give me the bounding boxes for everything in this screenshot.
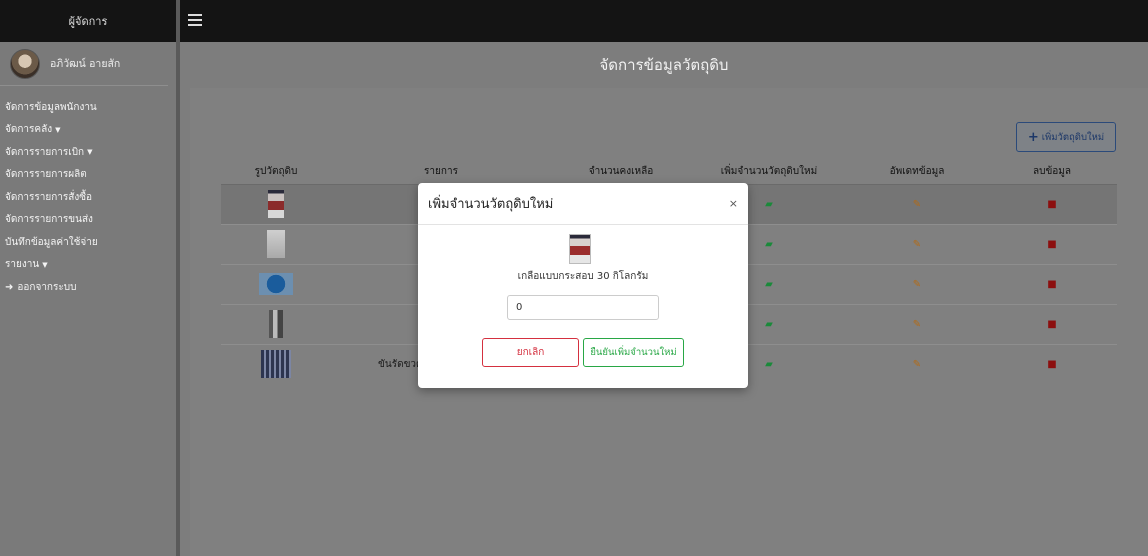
- user-name: อภิวัฒน์ อายสัก: [50, 58, 121, 70]
- caret-down-icon: ▼: [42, 260, 48, 269]
- cubes-icon[interactable]: ▰: [765, 359, 773, 370]
- sign-out-icon: ➜: [5, 281, 14, 293]
- cubes-icon[interactable]: ▰: [765, 239, 773, 250]
- sidebar-item-label: จัดการข้อมูลพนักงาน: [5, 101, 97, 113]
- update-cell: ✎: [847, 223, 987, 264]
- material-thumbnail: [268, 190, 284, 218]
- material-thumbnail: [267, 230, 285, 258]
- add-quantity-modal: เพิ่มจำนวนวัตถุดิบใหม่ × เกลือแบบกระสอบ …: [418, 183, 748, 388]
- column-header: รูปวัตถุดิบ: [221, 160, 331, 185]
- sidebar-item-reports[interactable]: รายงาน ▼: [0, 254, 176, 277]
- sidebar-item-label: จัดการคลัง: [5, 124, 53, 136]
- update-cell: ✎: [847, 343, 987, 384]
- modal-title: เพิ่มจำนวนวัตถุดิบใหม่: [428, 197, 554, 212]
- edit-icon[interactable]: ✎: [913, 279, 921, 290]
- sidebar-item-label: จัดการรายการสั่งซื้อ: [5, 191, 93, 203]
- sidebar-item-withdrawals[interactable]: จัดการรายการเบิก ▼: [0, 141, 176, 164]
- delete-cell: ■: [987, 303, 1117, 344]
- column-header: อัพเดทข้อมูล: [847, 160, 987, 185]
- trash-icon[interactable]: ■: [1047, 199, 1056, 210]
- sidebar-item-logout[interactable]: ➜ ออกจากระบบ: [0, 276, 176, 299]
- edit-icon[interactable]: ✎: [913, 359, 921, 370]
- sidebar-item-label: จัดการรายการผลิต: [5, 169, 87, 181]
- caret-down-icon: ▼: [87, 148, 93, 157]
- column-header: รายการ: [331, 160, 551, 185]
- update-cell: ✎: [847, 183, 987, 224]
- material-thumbnail: [269, 310, 283, 338]
- sidebar-item-orders[interactable]: จัดการรายการสั่งซื้อ: [0, 186, 176, 209]
- plus-icon: +: [1027, 129, 1039, 145]
- material-thumbnail: [261, 350, 291, 379]
- material-name-label: เกลือแบบกระสอบ 30 กิโลกรัม: [517, 271, 649, 282]
- close-icon[interactable]: ×: [729, 197, 738, 210]
- table-header-row: รูปวัตถุดิบ รายการ จำนวนคงเหลือ เพิ่มจำน…: [221, 160, 1117, 185]
- material-image-cell: [221, 303, 331, 344]
- column-header: ลบข้อมูล: [987, 160, 1117, 185]
- cubes-icon[interactable]: ▰: [765, 279, 773, 290]
- trash-icon[interactable]: ■: [1047, 319, 1056, 330]
- hamburger-menu-icon[interactable]: [188, 14, 202, 26]
- add-material-button[interactable]: + เพิ่มวัตถุดิบใหม่: [1016, 122, 1116, 152]
- sidebar-item-warehouse[interactable]: จัดการคลัง ▼: [0, 119, 176, 142]
- trash-icon[interactable]: ■: [1047, 359, 1056, 370]
- cubes-icon[interactable]: ▰: [765, 199, 773, 210]
- sidebar-item-shipping[interactable]: จัดการรายการขนส่ง: [0, 209, 176, 232]
- sidebar-item-label: จัดการรายการเบิก: [5, 146, 85, 158]
- trash-icon[interactable]: ■: [1047, 279, 1056, 290]
- page-title: จัดการข้อมูลวัตถุดิบ: [599, 56, 729, 74]
- material-image-cell: [221, 183, 331, 224]
- quantity-input[interactable]: [507, 295, 659, 320]
- cancel-button[interactable]: ยกเลิก: [482, 338, 579, 367]
- sidebar-item-production[interactable]: จัดการรายการผลิต: [0, 164, 176, 187]
- material-image-cell: [221, 223, 331, 264]
- sidebar-item-label: จัดการรายการขนส่ง: [5, 214, 93, 226]
- material-thumbnail: [259, 273, 293, 295]
- update-cell: ✎: [847, 303, 987, 344]
- top-bar: [180, 0, 1148, 42]
- sidebar-header: ผู้จัดการ: [0, 0, 176, 42]
- column-header: เพิ่มจำนวนวัตถุดิบใหม่: [691, 160, 847, 185]
- user-profile[interactable]: อภิวัฒน์ อายสัก: [0, 42, 168, 86]
- sidebar-item-label: รายงาน: [5, 259, 40, 271]
- column-header: จำนวนคงเหลือ: [551, 160, 691, 185]
- update-cell: ✎: [847, 263, 987, 304]
- sidebar-menu: จัดการข้อมูลพนักงาน จัดการคลัง ▼ จัดการร…: [0, 86, 176, 299]
- sidebar-item-employees[interactable]: จัดการข้อมูลพนักงาน: [0, 96, 176, 119]
- sidebar-item-label: บันทึกข้อมูลค่าใช้จ่าย: [5, 236, 98, 248]
- avatar: [10, 48, 40, 79]
- edit-icon[interactable]: ✎: [913, 199, 921, 210]
- sidebar: ผู้จัดการ อภิวัฒน์ อายสัก จัดการข้อมูลพน…: [0, 0, 176, 556]
- add-material-label: เพิ่มวัตถุดิบใหม่: [1041, 131, 1105, 143]
- sidebar-item-label: ออกจากระบบ: [17, 281, 77, 293]
- delete-cell: ■: [987, 343, 1117, 384]
- delete-cell: ■: [987, 223, 1117, 264]
- confirm-add-button[interactable]: ยืนยันเพิ่มจำนวนใหม่: [583, 338, 684, 367]
- edit-icon[interactable]: ✎: [913, 319, 921, 330]
- sidebar-item-expenses[interactable]: บันทึกข้อมูลค่าใช้จ่าย: [0, 231, 176, 254]
- page-header: จัดการข้อมูลวัตถุดิบ: [180, 42, 1148, 88]
- modal-header: เพิ่มจำนวนวัตถุดิบใหม่ ×: [418, 183, 748, 225]
- trash-icon[interactable]: ■: [1047, 239, 1056, 250]
- cubes-icon[interactable]: ▰: [765, 319, 773, 330]
- material-image-cell: [221, 263, 331, 304]
- material-image-cell: [221, 343, 331, 384]
- material-image: [569, 234, 591, 264]
- sidebar-role-title: ผู้จัดการ: [68, 15, 108, 28]
- delete-cell: ■: [987, 263, 1117, 304]
- delete-cell: ■: [987, 183, 1117, 224]
- edit-icon[interactable]: ✎: [913, 239, 921, 250]
- caret-down-icon: ▼: [55, 125, 61, 134]
